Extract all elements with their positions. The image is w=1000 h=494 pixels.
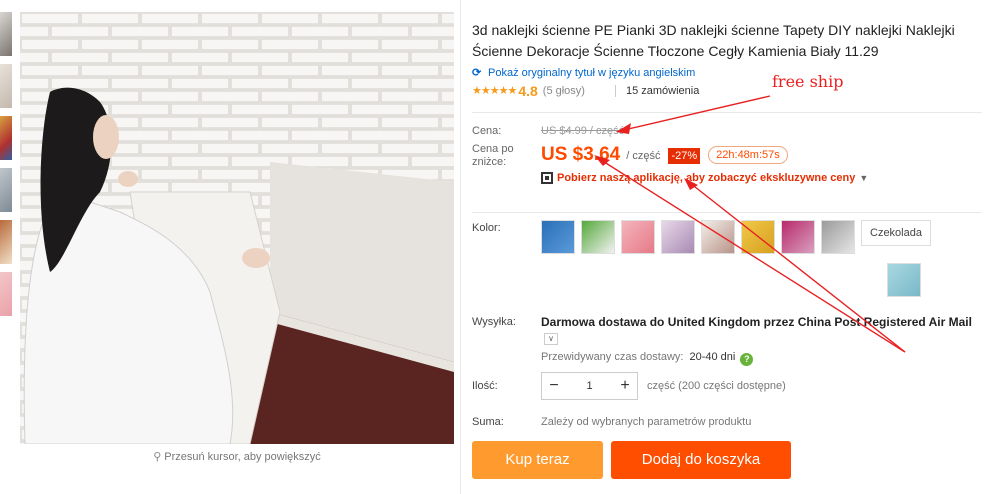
total-value: Zależy od wybranych parametrów produktu	[541, 416, 752, 428]
thumbnail[interactable]	[0, 116, 12, 160]
original-price-label: Cena:	[472, 125, 502, 137]
color-swatch-green[interactable]	[581, 220, 615, 254]
quantity-label: Ilość:	[472, 380, 498, 392]
total-label: Suma:	[472, 416, 504, 428]
rating-bar: ★★★★★ 4.8 (5 głosy) 15 zamówienia	[472, 82, 982, 100]
shipping-method[interactable]: Darmowa dostawa do United Kingdom przez …	[541, 315, 972, 329]
orders-count: 15 zamówienia	[625, 85, 700, 97]
color-swatch-yellow[interactable]	[741, 220, 775, 254]
divider	[472, 112, 982, 113]
countdown-timer: 22h:48m:57s	[708, 146, 788, 164]
availability-text: część (200 części dostępne)	[647, 380, 786, 392]
separator	[614, 85, 616, 97]
thumbnail[interactable]	[0, 272, 12, 316]
translate-title-link[interactable]: ⟳ Pokaż oryginalny tytuł w języku angiels…	[472, 66, 982, 80]
app-promo-text[interactable]: Pobierz naszą aplikację, aby zobaczyć ek…	[557, 172, 855, 184]
shipping-label: Wysyłka:	[472, 316, 516, 328]
original-price: US $4.99 / część	[541, 125, 625, 137]
current-price: US $3.64	[541, 144, 621, 165]
delivery-estimate: Przewidywany czas dostawy: 20-40 dni ?	[541, 351, 754, 366]
discount-price-label: Cena po zniżce:	[472, 143, 514, 168]
color-swatch-white[interactable]	[701, 220, 735, 254]
thumbnail[interactable]	[0, 168, 12, 212]
magnifier-icon: ⚲	[153, 451, 162, 463]
divider	[460, 0, 461, 494]
color-option-czekolada[interactable]: Czekolada	[861, 220, 931, 246]
buy-now-button[interactable]: Kup teraz	[472, 441, 603, 479]
color-swatch-purple[interactable]	[661, 220, 695, 254]
thumbnail[interactable]	[0, 64, 12, 108]
translate-icon: ⟳	[472, 67, 482, 79]
votes-link[interactable]: (5 głosy)	[543, 82, 585, 100]
thumbnail-strip	[0, 12, 12, 324]
zoom-hint-text: Przesuń kursor, aby powiększyć	[164, 451, 321, 463]
color-swatch-pink[interactable]	[621, 220, 655, 254]
help-icon[interactable]: ?	[740, 353, 754, 366]
zoom-hint: ⚲ Przesuń kursor, aby powiększyć	[20, 450, 454, 463]
quantity-stepper: − 1 +	[541, 372, 638, 400]
increase-button[interactable]: +	[613, 373, 637, 399]
quantity-input[interactable]: 1	[566, 380, 613, 392]
qr-code-icon	[541, 172, 553, 184]
thumbnail[interactable]	[0, 220, 12, 264]
price-unit: / część	[626, 150, 661, 162]
discount-badge: -27%	[668, 148, 701, 164]
chevron-down-icon[interactable]: ▼	[859, 173, 868, 183]
color-label: Kolor:	[472, 222, 501, 234]
divider	[472, 212, 982, 213]
color-swatch-grey[interactable]	[821, 220, 855, 254]
star-rating-icon: ★★★★★	[472, 85, 517, 97]
chevron-down-icon[interactable]: ∨	[544, 333, 558, 345]
delivery-estimate-label: Przewidywany czas dostawy:	[541, 351, 684, 363]
delivery-days: 20-40 dni	[689, 351, 736, 363]
color-swatch-blue[interactable]	[541, 220, 575, 254]
free-ship-annotation: free ship	[772, 72, 844, 91]
add-to-cart-button[interactable]: Dodaj do koszyka	[611, 441, 791, 479]
main-product-image[interactable]	[20, 12, 454, 444]
translate-link-text[interactable]: Pokaż oryginalny tytuł w języku angielsk…	[488, 67, 695, 79]
thumbnail[interactable]	[0, 12, 12, 56]
color-swatch-light-blue[interactable]	[887, 263, 921, 297]
app-promo-link[interactable]: Pobierz naszą aplikację, aby zobaczyć ek…	[541, 172, 982, 184]
product-info: 3d naklejki ścienne PE Pianki 3D naklejk…	[472, 20, 982, 479]
price-section: Cena: US $4.99 / część Cena po zniżce: U…	[472, 123, 982, 184]
decrease-button[interactable]: −	[542, 373, 566, 399]
color-swatch-magenta[interactable]	[781, 220, 815, 254]
product-title: 3d naklejki ścienne PE Pianki 3D naklejk…	[472, 22, 955, 59]
rating-value: 4.8	[518, 83, 538, 99]
